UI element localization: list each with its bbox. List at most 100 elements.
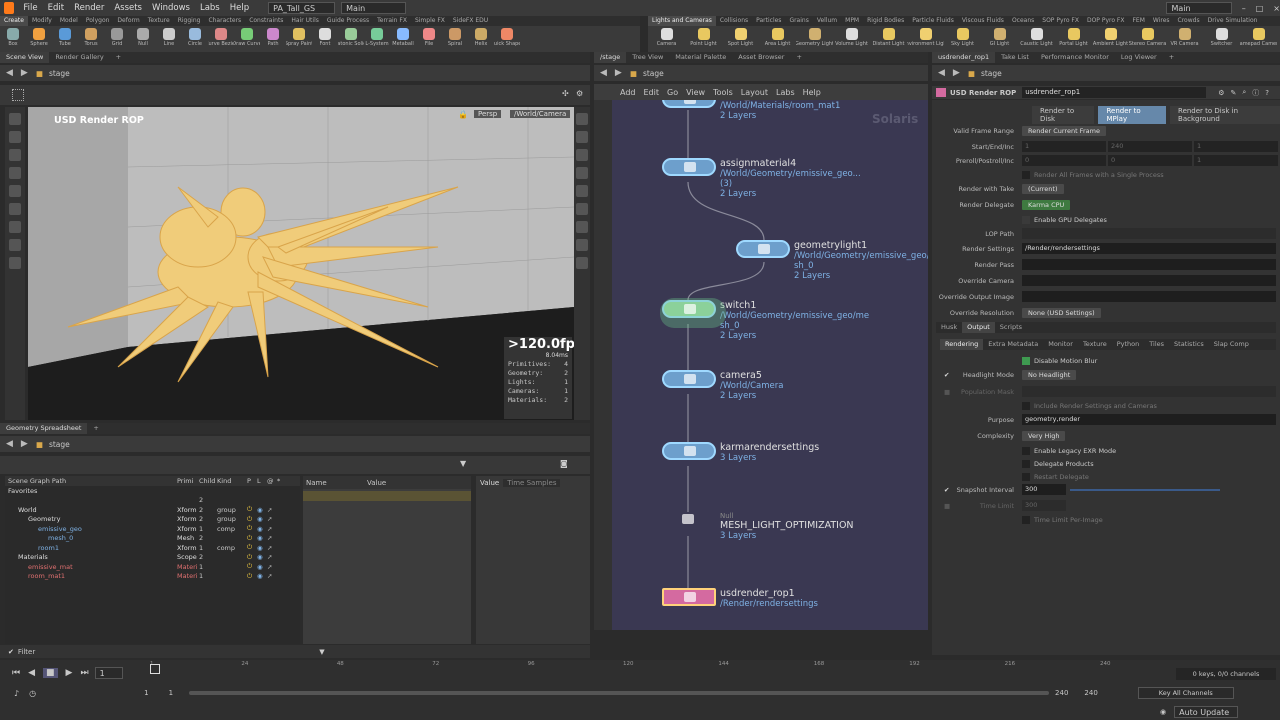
param-field[interactable] [1022,259,1276,270]
node-name[interactable]: assignmaterial4 [720,158,861,169]
shelf-tab[interactable]: Characters [204,16,245,26]
shading-icon[interactable] [576,131,588,143]
network-path[interactable]: stage [643,69,664,78]
wrench-icon[interactable]: ✎ [1231,89,1237,97]
add-tab-icon[interactable]: + [790,52,807,63]
stop-icon[interactable]: ■ [43,668,58,678]
gear-icon[interactable]: ⚙ [1218,89,1224,97]
shelf-tool[interactable]: L-System [364,26,390,52]
search-icon[interactable]: ⌕ [1242,88,1246,97]
shelf-tool[interactable]: Spiral [442,26,468,52]
grid-icon[interactable] [12,89,24,101]
shelf-tab[interactable]: Rigid Bodies [863,16,908,26]
right-context-select[interactable]: Main [1166,2,1232,14]
shelf-tab[interactable]: Simple FX [411,16,449,26]
shelf-tab[interactable]: MPM [841,16,863,26]
frame-ruler[interactable]: 1 24 48 72 96 120 144 168 192 216 240 [150,660,1120,674]
shelf-tab[interactable]: DOP Pyro FX [1083,16,1129,26]
shelf-tool[interactable]: Curve Bezier [208,26,234,52]
back-arrow-icon[interactable]: ◀ [6,439,13,449]
tree-row[interactable]: room1 Xform 1 comp ⏻ ◉ ➚ [5,543,300,553]
tab-stage[interactable]: /stage [594,52,627,63]
minimize-icon[interactable]: – [1242,4,1246,13]
shelf-tab[interactable]: Vellum [813,16,841,26]
param-field[interactable]: 1 [1194,141,1278,152]
shelf-tool[interactable]: Tube [52,26,78,52]
menu-tools[interactable]: Tools [709,88,737,97]
checkbox[interactable] [1022,356,1030,365]
checkbox[interactable] [1022,401,1030,410]
param-menu[interactable]: (Current) [1022,183,1064,194]
close-icon[interactable]: × [1273,4,1280,13]
param-field[interactable]: /Render/rendersettings [1022,243,1276,254]
visibility-icon[interactable]: ◉ [257,544,267,552]
node-name[interactable]: MESH_LIGHT_OPTIMIZATION [720,520,854,531]
info-icon[interactable]: ⓘ [1252,88,1259,98]
menu-edit[interactable]: Edit [43,3,69,13]
maximize-icon[interactable]: □ [1256,4,1264,13]
shelf-tab[interactable]: Wires [1149,16,1174,26]
visibility-icon[interactable]: ◉ [257,515,267,523]
range-start2-field[interactable]: 1 [169,689,173,697]
update-icon[interactable]: ◉ [1160,708,1166,716]
param-field[interactable]: 0 [1108,155,1192,166]
tab-geometry-spreadsheet[interactable]: Geometry Spreadsheet [0,423,88,434]
shelf-tab[interactable]: Collisions [716,16,752,26]
tab-scene-view[interactable]: Scene View [0,52,50,63]
menu-file[interactable]: File [18,3,42,13]
shelf-tab[interactable]: SOP Pyro FX [1038,16,1083,26]
shelf-tab[interactable]: Terrain FX [373,16,411,26]
visibility-icon[interactable] [576,203,588,215]
filter-funnel-icon[interactable]: ▼ [319,648,324,656]
activation-icon[interactable]: ⏻ [247,543,257,552]
ghost-icon[interactable] [576,185,588,197]
network-node[interactable]: geometrylight1/World/Geometry/emissive_g… [736,240,928,281]
node-name[interactable]: switch1 [720,300,869,311]
view-tool-icon[interactable] [9,239,21,251]
network-node[interactable]: camera5/World/Camera 2 Layers [662,370,783,401]
range-end2-field[interactable]: 240 [1084,689,1097,697]
shelf-tool[interactable]: Switcher [1203,26,1240,52]
select-icon[interactable]: ➚ [267,525,277,533]
shelf-tool[interactable]: Path [260,26,286,52]
pin-check-icon[interactable]: ✔ [944,486,949,494]
add-tab-icon[interactable]: + [110,52,127,63]
forward-arrow-icon[interactable]: ▶ [953,68,960,78]
menu-assets[interactable]: Assets [109,3,147,13]
tab-asset-browser[interactable]: Asset Browser [732,52,790,63]
lock-icon[interactable]: 🔒 [458,110,468,119]
select-icon[interactable]: ➚ [267,572,277,580]
shelf-tool[interactable]: Quick Shapes [494,26,520,52]
pin-check-icon[interactable]: ■ [944,388,950,396]
tab-material-palette[interactable]: Material Palette [669,52,732,63]
handle-tool-icon[interactable] [9,203,21,215]
activation-icon[interactable]: ⏻ [247,553,257,562]
tab-usdrender-rop1[interactable]: usdrender_rop1 [932,52,996,63]
visibility-icon[interactable]: ◉ [257,525,267,533]
back-arrow-icon[interactable]: ◀ [6,68,13,78]
tree-row[interactable]: room_mat1 Materi 1 ⏻ ◉ ➚ [5,572,300,582]
scene-path[interactable]: stage [49,69,70,78]
shelf-tool[interactable]: GI Light [981,26,1018,52]
param-subtab[interactable]: Statistics [1169,339,1209,350]
param-subtab[interactable]: Rendering [940,339,984,350]
range-slider[interactable] [189,691,1050,695]
viewport[interactable]: USD Render ROP 🔒 Persp /World/Camera >12… [28,107,574,420]
grid-display-icon[interactable] [576,239,588,251]
lock-tool-icon[interactable] [9,131,21,143]
tree-row[interactable]: Materials Scope 2 ⏻ ◉ ➚ [5,553,300,563]
camera-menu[interactable]: /World/Camera [510,110,571,118]
network-node[interactable]: Null MESH_LIGHT_OPTIMIZATION 3 Layers [662,512,854,541]
tree-row[interactable]: Geometry Xform 2 group ⏻ ◉ ➚ [5,515,300,525]
col-name[interactable]: Name [303,479,367,487]
tab-husk[interactable]: Husk [936,322,962,333]
shelf-tab[interactable]: Texture [144,16,174,26]
param-field[interactable]: 1 [1194,155,1278,166]
select-tool-icon[interactable] [9,113,21,125]
filter-funnel-icon[interactable]: ▼ [460,459,466,468]
step-back-icon[interactable]: ◀ [28,668,35,678]
select-icon[interactable]: ➚ [267,563,277,571]
select-icon[interactable]: ➚ [267,553,277,561]
param-path[interactable]: stage [981,69,1002,78]
help-icon[interactable]: ? [1265,89,1269,97]
